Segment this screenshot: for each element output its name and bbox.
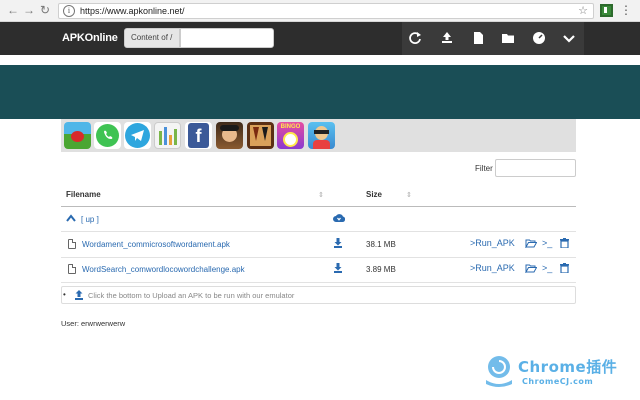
file-icon bbox=[68, 239, 76, 249]
brand-logo[interactable]: APKOnline bbox=[62, 22, 118, 55]
column-header-filename[interactable]: Filename bbox=[66, 190, 101, 199]
filter-input[interactable] bbox=[495, 159, 576, 177]
refresh-icon[interactable] bbox=[408, 31, 422, 45]
folder-icon[interactable] bbox=[501, 31, 515, 45]
filter-label: Filter bbox=[475, 164, 493, 173]
upload-dropzone[interactable]: • Click the bottom to Upload an APK to b… bbox=[61, 286, 576, 304]
file-size: 3.89 MB bbox=[366, 265, 396, 274]
extension-icon[interactable] bbox=[600, 4, 613, 17]
pirate-game-app-icon[interactable] bbox=[216, 122, 243, 149]
upload-icon[interactable] bbox=[74, 290, 84, 300]
watermark: Chrome插件 ChromeCJ.com bbox=[478, 352, 638, 392]
download-icon[interactable] bbox=[333, 263, 343, 273]
whatsapp-app-icon[interactable] bbox=[94, 122, 121, 149]
bookmark-star-icon[interactable]: ☆ bbox=[578, 4, 588, 18]
telegram-app-icon[interactable] bbox=[124, 122, 151, 149]
user-label: User: erwrwerwerw bbox=[61, 319, 126, 328]
watermark-site: ChromeCJ.com bbox=[522, 377, 594, 386]
back-arrow-icon[interactable]: ← bbox=[6, 3, 20, 17]
upload-instructions: Click the bottom to Upload an APK to be … bbox=[88, 291, 295, 300]
browser-menu-icon[interactable]: ⋮ bbox=[620, 2, 632, 18]
row-divider bbox=[61, 231, 576, 232]
cloud-download-icon[interactable] bbox=[333, 213, 345, 223]
new-file-icon[interactable] bbox=[471, 31, 485, 45]
file-link[interactable]: WordSearch_comwordlocowordchallenge.apk bbox=[82, 265, 245, 274]
parent-directory-link[interactable]: [ up ] bbox=[81, 215, 99, 224]
facebook-app-icon[interactable]: f bbox=[185, 122, 212, 149]
trash-icon[interactable] bbox=[560, 238, 569, 248]
sort-icon[interactable]: ⇕ bbox=[318, 191, 324, 199]
file-size: 38.1 MB bbox=[366, 240, 396, 249]
dashboard-icon[interactable] bbox=[532, 31, 546, 45]
path-input[interactable] bbox=[180, 28, 274, 48]
address-url[interactable]: https://www.apkonline.net/ bbox=[80, 5, 185, 18]
bullet-marker: • bbox=[63, 290, 66, 299]
info-icon[interactable]: i bbox=[63, 5, 75, 17]
terminal-link[interactable]: >_ bbox=[542, 238, 552, 248]
download-icon[interactable] bbox=[333, 238, 343, 248]
charts-app-icon[interactable] bbox=[154, 122, 181, 149]
folder-open-icon[interactable] bbox=[525, 263, 537, 273]
snail-logo-icon bbox=[486, 356, 512, 387]
forward-arrow-icon[interactable]: → bbox=[22, 3, 36, 17]
header-divider bbox=[61, 206, 576, 207]
run-apk-link[interactable]: >Run_APK bbox=[470, 263, 515, 273]
content-of-label: Content of / bbox=[124, 28, 180, 48]
backgammon-app-icon[interactable] bbox=[247, 122, 274, 149]
trash-icon[interactable] bbox=[560, 263, 569, 273]
angry-birds-app-icon[interactable] bbox=[64, 122, 91, 149]
sort-icon[interactable]: ⇕ bbox=[406, 191, 412, 199]
upload-icon[interactable] bbox=[440, 31, 454, 45]
run-apk-link[interactable]: >Run_APK bbox=[470, 238, 515, 248]
reload-icon[interactable]: ↻ bbox=[38, 3, 52, 17]
file-link[interactable]: Wordament_commicrosoftwordament.apk bbox=[82, 240, 230, 249]
subway-surfer-app-icon[interactable] bbox=[308, 122, 335, 149]
hero-banner bbox=[0, 65, 640, 119]
row-divider bbox=[61, 282, 576, 283]
address-bar[interactable]: i https://www.apkonline.net/ ☆ bbox=[58, 3, 594, 19]
bingo-app-icon[interactable]: BINGO bbox=[277, 122, 304, 149]
folder-open-icon[interactable] bbox=[525, 238, 537, 248]
browser-toolbar: ← → ↻ i https://www.apkonline.net/ ☆ ⋮ bbox=[0, 0, 640, 22]
file-icon bbox=[68, 264, 76, 274]
chevron-up-icon[interactable] bbox=[66, 214, 76, 222]
app-strip: f BINGO bbox=[61, 119, 576, 152]
terminal-link[interactable]: >_ bbox=[542, 263, 552, 273]
row-divider bbox=[61, 257, 576, 258]
chevron-down-icon[interactable] bbox=[562, 31, 576, 45]
app-navbar: APKOnline Content of / bbox=[0, 22, 640, 55]
watermark-brand: Chrome插件 bbox=[518, 358, 618, 376]
toolbar-icons bbox=[402, 22, 584, 55]
column-header-size[interactable]: Size bbox=[366, 190, 382, 199]
